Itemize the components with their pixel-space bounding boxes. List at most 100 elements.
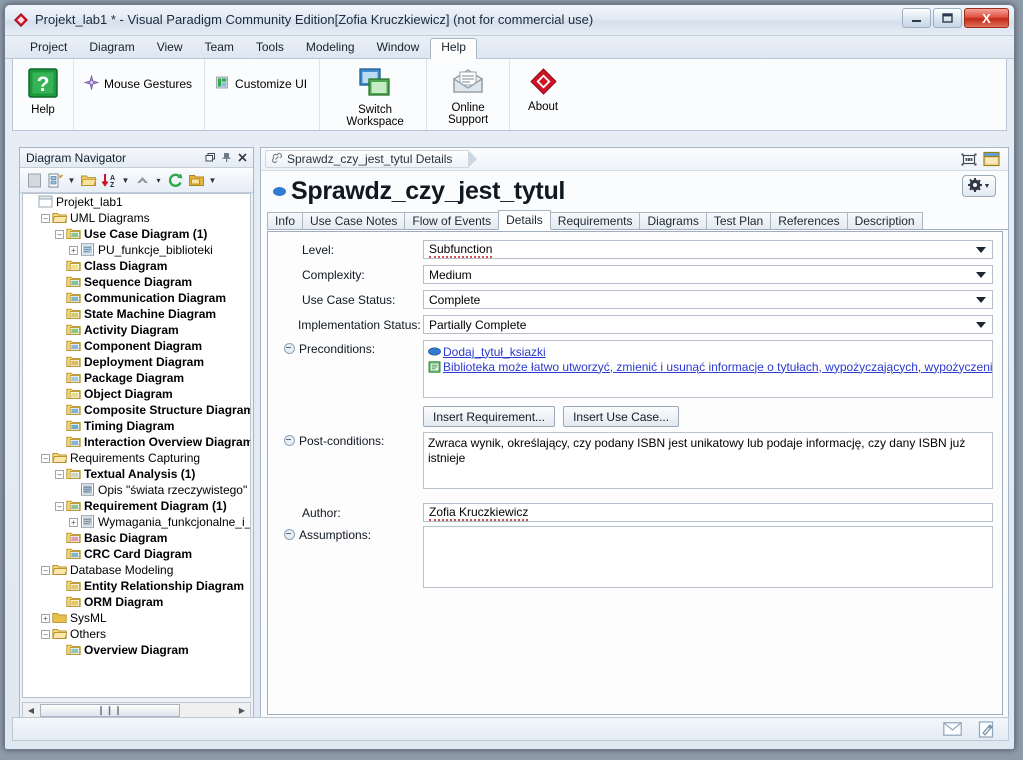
tree-item[interactable]: Basic Diagram	[23, 530, 250, 546]
mouse-gestures-button[interactable]: Mouse Gestures	[78, 69, 200, 93]
collapse-toggle-icon[interactable]	[284, 529, 295, 540]
refresh-icon[interactable]	[165, 170, 185, 190]
tree-item[interactable]: + Wymagania_funkcjonalne_i_n	[23, 514, 250, 530]
sort-dropdown-icon[interactable]: ▼	[120, 170, 131, 190]
new-diagram-dropdown-icon[interactable]: ▼	[66, 170, 77, 190]
tree-item[interactable]: Projekt_lab1	[23, 194, 250, 210]
tree-item[interactable]: Deployment Diagram	[23, 354, 250, 370]
minimize-button[interactable]	[902, 8, 931, 28]
menu-modeling[interactable]: Modeling	[295, 38, 366, 58]
menu-team[interactable]: Team	[194, 38, 245, 58]
collapse-toggle-icon[interactable]: –	[41, 629, 50, 639]
collapse-toggle-icon[interactable]: –	[41, 453, 50, 463]
preconditions-list[interactable]: Dodaj_tytuł_ksiazki Biblioteka może łatw…	[423, 340, 993, 398]
about-button[interactable]: About	[518, 64, 568, 113]
post-conditions-textarea[interactable]: Zwraca wynik, określający, czy podany IS…	[423, 432, 993, 489]
collapse-toggle-icon[interactable]: –	[55, 469, 64, 479]
collapse-dropdown-icon[interactable]: ▾	[153, 170, 164, 190]
implementation-status-combobox[interactable]: Partially Complete	[423, 315, 993, 334]
tree-item[interactable]: + SysML	[23, 610, 250, 626]
tree-item[interactable]: Object Diagram	[23, 386, 250, 402]
maximize-button[interactable]	[933, 8, 962, 28]
tree-item[interactable]: Class Diagram	[23, 258, 250, 274]
menu-help[interactable]: Help	[430, 38, 477, 59]
diagram-tree[interactable]: Projekt_lab1– UML Diagrams – Use Case Diagr…	[22, 193, 251, 698]
insert-use-case-button[interactable]: Insert Use Case...	[563, 406, 680, 427]
tree-item[interactable]: – Use Case Diagram (1)	[23, 226, 250, 242]
collapse-toggle-icon[interactable]: –	[55, 501, 64, 511]
tab-info[interactable]: Info	[267, 212, 304, 229]
close-panel-icon[interactable]	[235, 151, 249, 165]
tree-item[interactable]: Overview Diagram	[23, 642, 250, 658]
use-case-status-combobox[interactable]: Complete	[423, 290, 993, 309]
pin-panel-icon[interactable]	[219, 151, 233, 165]
expand-toggle-icon[interactable]: +	[69, 517, 78, 527]
fit-window-icon[interactable]	[961, 152, 977, 170]
tree-item[interactable]: State Machine Diagram	[23, 306, 250, 322]
tree-item[interactable]: + PU_funkcje_biblioteki	[23, 242, 250, 258]
new-diagram-icon[interactable]	[45, 170, 65, 190]
collapse-toggle-icon[interactable]: –	[41, 213, 50, 223]
tree-item[interactable]: – Textual Analysis (1)	[23, 466, 250, 482]
tab-requirements[interactable]: Requirements	[549, 212, 641, 229]
note-edit-icon[interactable]	[976, 720, 996, 738]
customize-ui-button[interactable]: Customize UI	[209, 69, 315, 93]
tree-item[interactable]: – Requirements Capturing	[23, 450, 250, 466]
level-combobox[interactable]: Subfunction	[423, 240, 993, 259]
scroll-left-icon[interactable]: ◀	[23, 703, 39, 718]
tree-item[interactable]: – UML Diagrams	[23, 210, 250, 226]
close-button[interactable]: X	[964, 8, 1009, 28]
tree-item[interactable]: Package Diagram	[23, 370, 250, 386]
breadcrumb[interactable]: Sprawdz_czy_jest_tytul Details	[265, 150, 478, 168]
tree-item[interactable]: CRC Card Diagram	[23, 546, 250, 562]
mail-icon[interactable]	[942, 720, 962, 738]
open-folder-icon[interactable]	[78, 170, 98, 190]
expand-toggle-icon[interactable]: +	[69, 245, 78, 255]
tree-item[interactable]: Component Diagram	[23, 338, 250, 354]
open-specification-icon[interactable]	[983, 151, 1000, 170]
tab-references[interactable]: References	[770, 212, 848, 229]
tree-item[interactable]: Interaction Overview Diagram	[23, 434, 250, 450]
menu-diagram[interactable]: Diagram	[78, 38, 145, 58]
collapse-toggle-icon[interactable]: –	[55, 229, 64, 239]
online-support-button[interactable]: Online Support	[437, 64, 499, 126]
tab-flow-of-events[interactable]: Flow of Events	[404, 212, 500, 229]
new-blank-icon[interactable]	[24, 170, 44, 190]
precondition-link-1-text[interactable]: Biblioteka może łatwo utworzyć, zmienić …	[443, 360, 992, 374]
collapse-toggle-icon[interactable]: –	[41, 565, 50, 575]
tree-item[interactable]: – Requirement Diagram (1)	[23, 498, 250, 514]
tab-use-case-notes[interactable]: Use Case Notes	[302, 212, 406, 229]
menu-project[interactable]: Project	[19, 38, 78, 58]
collapse-up-icon[interactable]	[132, 170, 152, 190]
author-input[interactable]: Zofia Kruczkiewicz	[423, 503, 993, 522]
tab-details[interactable]: Details	[498, 210, 551, 230]
tree-item[interactable]: Opis "świata rzeczywistego"	[23, 482, 250, 498]
tree-item[interactable]: Activity Diagram	[23, 322, 250, 338]
options-gear-button[interactable]: ▼	[962, 175, 996, 197]
collapse-toggle-icon[interactable]	[284, 343, 295, 354]
assumptions-textarea[interactable]	[423, 526, 993, 588]
tree-item[interactable]: Timing Diagram	[23, 418, 250, 434]
tab-test-plan[interactable]: Test Plan	[705, 212, 772, 229]
tree-item[interactable]: Communication Diagram	[23, 290, 250, 306]
restore-panel-icon[interactable]	[203, 151, 217, 165]
help-button[interactable]: ? Help	[17, 64, 69, 116]
complexity-combobox[interactable]: Medium	[423, 265, 993, 284]
precondition-link-requirement[interactable]: Biblioteka może łatwo utworzyć, zmienić …	[428, 359, 992, 374]
precondition-link-use-case[interactable]: Dodaj_tytuł_ksiazki	[428, 344, 988, 359]
collapse-toggle-icon[interactable]	[284, 435, 295, 446]
tab-diagrams[interactable]: Diagrams	[639, 212, 707, 229]
tree-item[interactable]: – Others	[23, 626, 250, 642]
scroll-thumb[interactable]: ❙❙❙	[40, 704, 180, 717]
menu-view[interactable]: View	[146, 38, 194, 58]
menu-window[interactable]: Window	[366, 38, 431, 58]
sort-az-icon[interactable]: A Z	[99, 170, 119, 190]
tree-item[interactable]: Entity Relationship Diagram	[23, 578, 250, 594]
switch-workspace-button[interactable]: Switch Workspace	[338, 64, 412, 128]
tree-item[interactable]: Sequence Diagram	[23, 274, 250, 290]
open-project-dropdown-icon[interactable]: ▼	[207, 170, 218, 190]
scroll-right-icon[interactable]: ▶	[234, 703, 250, 718]
open-project-icon[interactable]	[186, 170, 206, 190]
precondition-link-0-text[interactable]: Dodaj_tytuł_ksiazki	[443, 345, 546, 359]
menu-tools[interactable]: Tools	[245, 38, 295, 58]
